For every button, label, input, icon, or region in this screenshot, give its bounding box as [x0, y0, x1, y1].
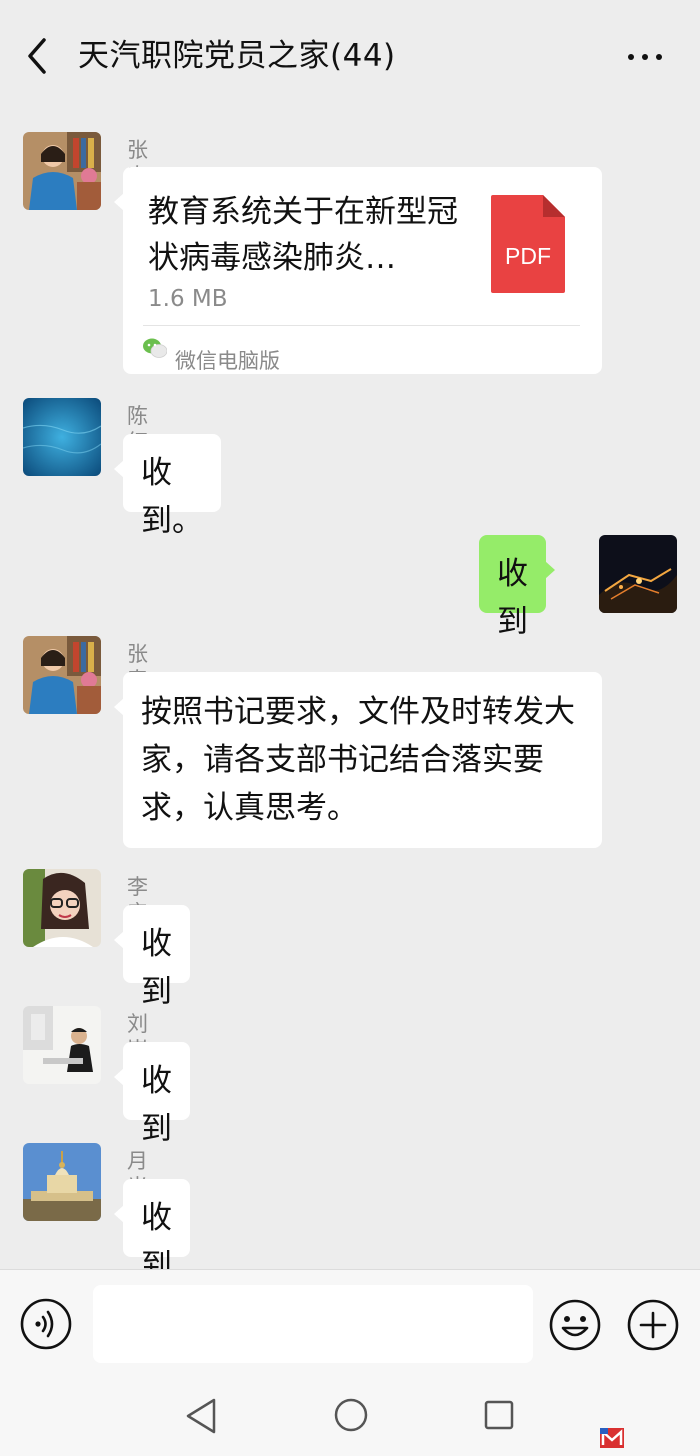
- square-recents-icon: [484, 1400, 514, 1430]
- plus-button[interactable]: [626, 1298, 680, 1352]
- message-input[interactable]: [93, 1285, 533, 1363]
- message-text: 按照书记要求，文件及时转发大家，请各支部书记结合落实要求，认真思考。: [141, 694, 575, 826]
- message-text: 收到: [497, 556, 528, 640]
- emoji-icon: [549, 1299, 601, 1351]
- avatar[interactable]: [23, 1143, 101, 1221]
- chevron-left-icon: [28, 38, 46, 74]
- source-label: 微信电脑版: [175, 349, 280, 373]
- file-size: 1.6 MB: [148, 286, 228, 312]
- text-bubble[interactable]: 收到: [114, 1042, 190, 1147]
- plus-icon: [627, 1299, 679, 1351]
- avatar-self[interactable]: [599, 535, 677, 613]
- pdf-label: PDF: [505, 243, 551, 269]
- divider: [143, 325, 580, 326]
- system-nav-bar: [0, 1375, 700, 1456]
- avatar[interactable]: [23, 132, 101, 210]
- more-button[interactable]: [626, 40, 664, 74]
- chat-title: 天汽职院党员之家(44): [78, 38, 396, 74]
- nav-home-button[interactable]: [333, 1397, 369, 1433]
- emoji-button[interactable]: [548, 1298, 602, 1352]
- pdf-icon: PDF: [491, 195, 565, 293]
- message-text: 收到。: [141, 455, 203, 539]
- voice-icon: [20, 1298, 72, 1350]
- avatar[interactable]: [23, 1006, 101, 1084]
- text-bubble[interactable]: 收到: [114, 1179, 190, 1284]
- message-text: 收到: [141, 926, 172, 1010]
- avatar[interactable]: [23, 869, 101, 947]
- avatar[interactable]: [23, 398, 101, 476]
- voice-button[interactable]: [20, 1298, 72, 1350]
- triangle-back-icon: [186, 1398, 216, 1434]
- nav-back-button[interactable]: [184, 1397, 218, 1435]
- text-bubble[interactable]: 收到: [114, 905, 190, 1010]
- nav-recents-button[interactable]: [483, 1399, 515, 1431]
- circle-home-icon: [334, 1398, 368, 1432]
- wechat-icon: [143, 338, 167, 358]
- text-bubble-self[interactable]: 收到: [479, 535, 555, 640]
- input-bar: [0, 1269, 700, 1376]
- more-horizontal-icon: [628, 54, 634, 60]
- message-text: 收到: [141, 1063, 172, 1147]
- back-button[interactable]: [22, 36, 56, 76]
- file-message-card[interactable]: 教育系统关于在新型冠状病毒感染肺炎… 1.6 MB PDF 微信电脑版: [114, 167, 602, 374]
- text-bubble[interactable]: 按照书记要求，文件及时转发大家，请各支部书记结合落实要求，认真思考。: [114, 672, 602, 848]
- chat-header: 天汽职院党员之家(44): [0, 0, 700, 110]
- avatar[interactable]: [23, 636, 101, 714]
- text-bubble[interactable]: 收到。: [114, 434, 221, 539]
- watermark-logo: [598, 1426, 694, 1452]
- file-title: 教育系统关于在新型冠状病毒感染肺炎…: [148, 194, 458, 276]
